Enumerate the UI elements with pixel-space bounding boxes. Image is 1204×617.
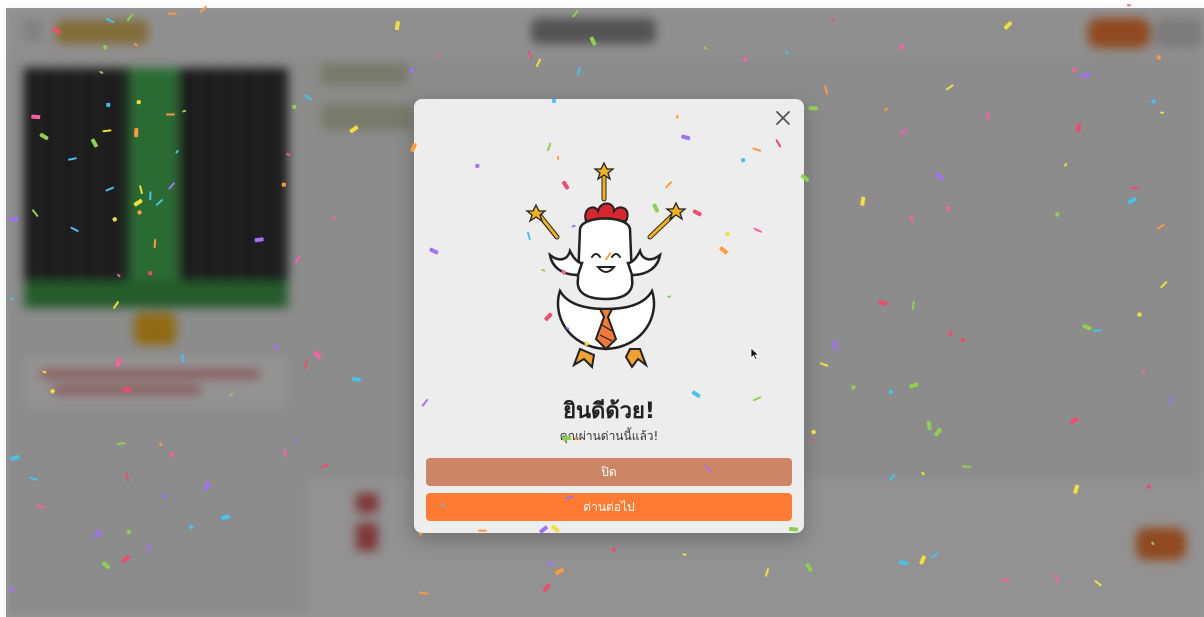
next-level-button[interactable]: ด่านต่อไป (426, 493, 792, 521)
confetti-piece (1126, 4, 1131, 7)
close-icon[interactable] (770, 105, 796, 131)
sparkle-icon (525, 203, 560, 240)
success-dialog: ยินดีด้วย! คุณผ่านด่านนี้แล้ว! ปิด ด่านต… (414, 99, 804, 533)
close-button[interactable]: ปิด (426, 458, 792, 486)
chicken-mascot-icon (525, 161, 687, 370)
mouse-cursor-icon (750, 347, 760, 361)
sparkle-icon (647, 201, 687, 240)
dialog-title: ยินดีด้วย! (563, 399, 655, 424)
sparkle-icon (593, 161, 615, 202)
dialog-subtitle: คุณผ่านด่านนี้แล้ว! (559, 429, 659, 443)
